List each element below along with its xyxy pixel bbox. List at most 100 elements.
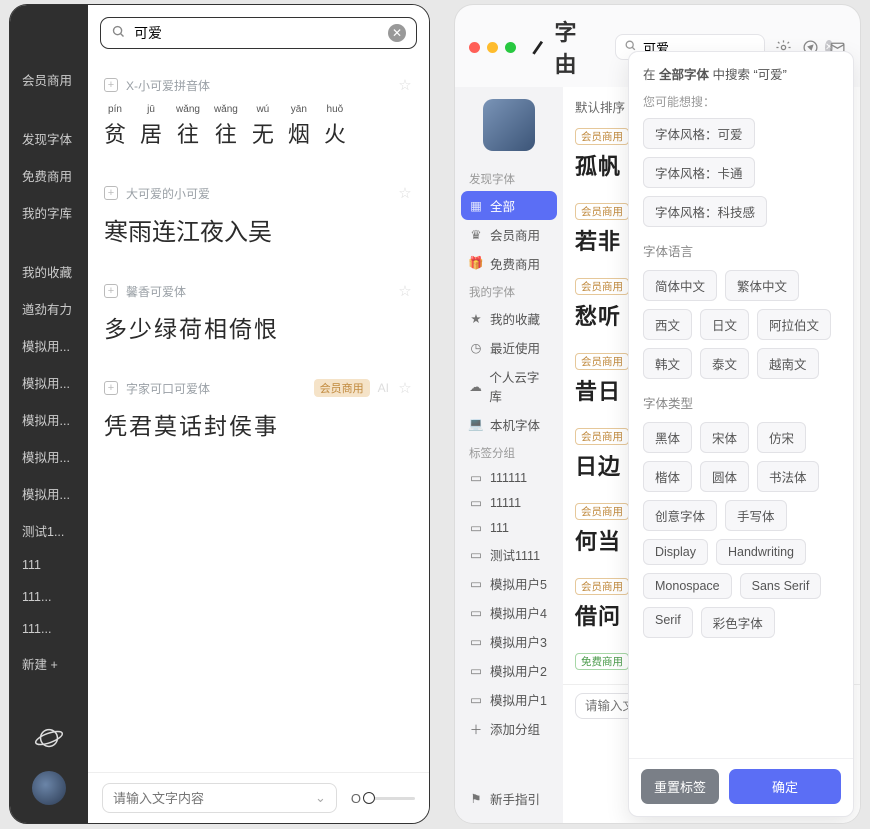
sidebar-item-label: 模拟用户5	[490, 574, 547, 593]
sidebar-item[interactable]: 我的字库	[10, 194, 88, 231]
font-card[interactable]: +馨香可爱体☆多少绿荷相倚恨	[102, 267, 415, 364]
suggest-chip[interactable]: 字体风格：科技感	[643, 196, 767, 227]
sidebar-item[interactable]: 免费商用	[10, 157, 88, 194]
language-chip[interactable]: 日文	[700, 309, 749, 340]
type-chip[interactable]: 书法体	[757, 461, 819, 492]
sidebar-item[interactable]: 遒劲有力	[10, 290, 88, 327]
favorite-star-icon[interactable]: ☆	[397, 76, 413, 94]
preview-text-input[interactable]	[113, 791, 315, 806]
language-chip[interactable]: 泰文	[700, 348, 749, 379]
language-chip[interactable]: 阿拉伯文	[757, 309, 831, 340]
sidebar-item[interactable]: 🎁免费商用	[461, 249, 557, 278]
sidebar-item[interactable]: ▭111111	[461, 465, 557, 490]
filter-panel: 在 全部字体 中搜索 “可爱” 您可能想搜： 字体风格：可爱字体风格：卡通字体风…	[628, 51, 854, 817]
suggest-chip[interactable]: 字体风格：可爱	[643, 118, 755, 149]
favorite-star-icon[interactable]: ☆	[397, 282, 413, 300]
close-window-button[interactable]	[469, 42, 480, 53]
clear-search-button[interactable]: ✕	[388, 24, 406, 42]
font-card[interactable]: +大可爱的小可爱☆寒雨连江夜入吴	[102, 169, 415, 267]
reset-tags-button[interactable]: 重置标签	[641, 769, 719, 804]
sidebar-item[interactable]: ▭模拟用户1	[461, 685, 557, 714]
expand-icon[interactable]: +	[104, 381, 118, 395]
sidebar-item[interactable]: 111...	[10, 581, 88, 613]
suggest-chip[interactable]: 字体风格：卡通	[643, 157, 755, 188]
sidebar-item[interactable]: 💻本机字体	[461, 410, 557, 439]
sidebar-item-guide[interactable]: ⚑ 新手指引	[461, 784, 557, 813]
sidebar-item[interactable]: ▭模拟用户3	[461, 627, 557, 656]
sidebar-item[interactable]: ◷最近使用	[461, 333, 557, 362]
font-card[interactable]: +字家可口可爱体会员商用AI☆凭君莫话封侯事	[102, 364, 415, 461]
sidebar-item[interactable]: ★我的收藏	[461, 304, 557, 333]
language-chip[interactable]: 繁体中文	[725, 270, 799, 301]
sidebar-item[interactable]: 模拟用...	[10, 475, 88, 512]
type-chip[interactable]: 彩色字体	[701, 607, 775, 638]
language-chip[interactable]: 越南文	[757, 348, 819, 379]
type-chip[interactable]: Sans Serif	[740, 573, 822, 599]
type-chip[interactable]: 手写体	[725, 500, 787, 531]
expand-icon[interactable]: +	[104, 284, 118, 298]
star-icon: ★	[469, 311, 483, 326]
type-chip[interactable]: 仿宋	[757, 422, 806, 453]
font-card[interactable]: +X-小可爱拼音体☆pín贫jū居wǎng往wǎng往wú无yān烟huǒ火	[102, 61, 415, 169]
left-footer: ⌄ O	[88, 772, 429, 823]
favorite-star-icon[interactable]: ☆	[397, 184, 413, 202]
sidebar-item[interactable]: 模拟用...	[10, 438, 88, 475]
type-chip[interactable]: Serif	[643, 607, 693, 638]
sidebar-item[interactable]: 模拟用...	[10, 401, 88, 438]
sidebar-item[interactable]: ♛ 会员商用	[461, 220, 557, 249]
sidebar-item-label: 11111	[490, 496, 521, 510]
sidebar-item[interactable]: 我的收藏	[10, 253, 88, 290]
sidebar-item[interactable]: 模拟用...	[10, 327, 88, 364]
sidebar-item[interactable]: 111...	[10, 613, 88, 645]
zoom-window-button[interactable]	[505, 42, 516, 53]
language-chip[interactable]: 简体中文	[643, 270, 717, 301]
sidebar-item[interactable]: ▦全部	[461, 191, 557, 220]
search-bar: ✕	[100, 17, 417, 49]
ai-icon: AI	[378, 381, 389, 395]
user-avatar[interactable]	[483, 99, 535, 151]
sidebar-item[interactable]: ＋添加分组	[461, 714, 557, 743]
sidebar-item[interactable]: 发现字体	[10, 120, 88, 157]
expand-icon[interactable]: +	[104, 78, 118, 92]
type-chip[interactable]: Monospace	[643, 573, 732, 599]
suggest-label: 您可能想搜：	[643, 93, 839, 110]
folder-icon: ▭	[469, 520, 483, 535]
free-badge: 免费商用	[575, 653, 629, 670]
crown-icon: ♛	[469, 227, 483, 242]
sidebar-item[interactable]: ▭测试1111	[461, 540, 557, 569]
minimize-window-button[interactable]	[487, 42, 498, 53]
filter-hint: 在 全部字体 中搜索 “可爱”	[643, 64, 839, 83]
confirm-button[interactable]: 确定	[729, 769, 841, 804]
sidebar-item[interactable]: ▭111	[461, 515, 557, 540]
sidebar-item[interactable]: ☁个人云字库	[461, 362, 557, 410]
search-input[interactable]	[134, 25, 380, 41]
type-chip[interactable]: Handwriting	[716, 539, 806, 565]
type-chip[interactable]: 黑体	[643, 422, 692, 453]
sidebar-item[interactable]: ▭模拟用户2	[461, 656, 557, 685]
sidebar-item[interactable]: ▭模拟用户5	[461, 569, 557, 598]
size-slider[interactable]: O	[351, 791, 415, 806]
sidebar-item[interactable]: 模拟用...	[10, 364, 88, 401]
sidebar-item-label: 111111	[490, 471, 527, 485]
sidebar-item[interactable]: ▭11111	[461, 490, 557, 515]
type-chip[interactable]: Display	[643, 539, 708, 565]
chevron-down-icon[interactable]: ⌄	[315, 790, 326, 806]
type-chip[interactable]: 宋体	[700, 422, 749, 453]
sidebar-item[interactable]: 111	[10, 549, 88, 581]
planet-icon[interactable]	[34, 723, 64, 753]
user-avatar[interactable]	[32, 771, 66, 805]
sidebar-item[interactable]: 会员商用	[10, 61, 88, 98]
expand-icon[interactable]: +	[104, 186, 118, 200]
type-chip[interactable]: 楷体	[643, 461, 692, 492]
sidebar-item[interactable]: 测试1...	[10, 512, 88, 549]
type-chip[interactable]: 圆体	[700, 461, 749, 492]
sidebar-item[interactable]: 新建 +	[10, 645, 88, 682]
sidebar-group-title: 我的字体	[461, 278, 557, 304]
favorite-star-icon[interactable]: ☆	[397, 379, 413, 397]
sidebar-item[interactable]: ▭模拟用户4	[461, 598, 557, 627]
language-chip[interactable]: 韩文	[643, 348, 692, 379]
language-chip[interactable]: 西文	[643, 309, 692, 340]
type-chip[interactable]: 创意字体	[643, 500, 717, 531]
right-sidebar: 发现字体▦全部♛会员商用🎁免费商用我的字体★我的收藏◷最近使用☁个人云字库💻本机…	[455, 87, 563, 823]
sidebar-item-label: 会员商用	[490, 225, 540, 244]
